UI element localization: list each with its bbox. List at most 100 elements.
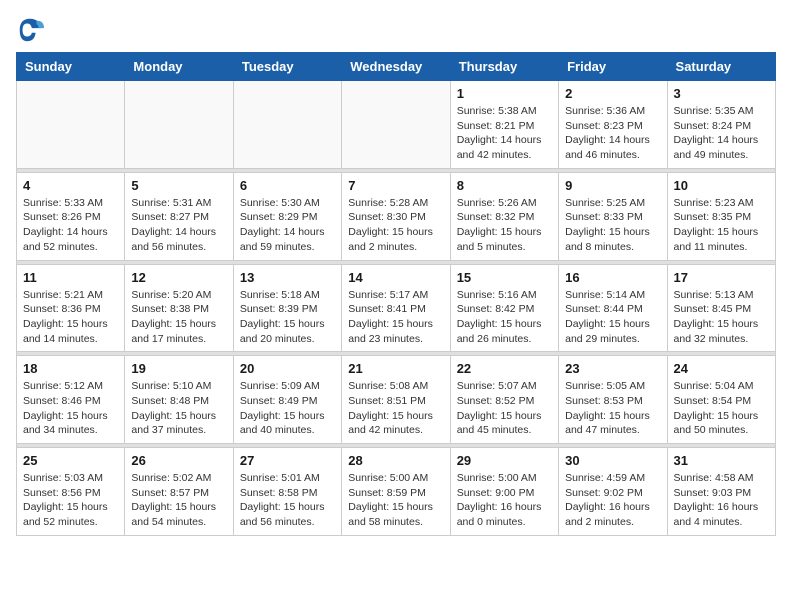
day-number: 3 (674, 86, 769, 101)
day-info: Sunrise: 5:09 AM Sunset: 8:49 PM Dayligh… (240, 379, 335, 438)
day-info: Sunrise: 5:28 AM Sunset: 8:30 PM Dayligh… (348, 196, 443, 255)
day-info: Sunrise: 5:13 AM Sunset: 8:45 PM Dayligh… (674, 288, 769, 347)
day-cell: 22Sunrise: 5:07 AM Sunset: 8:52 PM Dayli… (450, 356, 558, 444)
day-number: 7 (348, 178, 443, 193)
logo (16, 16, 48, 44)
day-cell: 5 Sunrise: 5:31 AM Sunset: 8:27 PM Daylig… (125, 172, 233, 260)
day-info: Sunrise: 5:17 AM Sunset: 8:41 PM Dayligh… (348, 288, 443, 347)
day-info: Sunrise: 5:18 AM Sunset: 8:39 PM Dayligh… (240, 288, 335, 347)
week-row-4: 18 Sunrise: 5:12 AM Sunset: 8:46 PM Dayli… (17, 356, 776, 444)
day-number: 6 (240, 178, 335, 193)
day-number: 30 (565, 453, 660, 468)
day-number: 24 (674, 361, 769, 376)
week-row-1: 1 Sunrise: 5:38 AM Sunset: 8:21 PM Daylig… (17, 81, 776, 169)
day-number: 29 (457, 453, 552, 468)
day-cell: 9 Sunrise: 5:25 AM Sunset: 8:33 PM Daylig… (559, 172, 667, 260)
day-cell: 24 Sunrise: 5:04 AM Sunset: 8:54 PM Dayli… (667, 356, 775, 444)
day-cell: 7 Sunrise: 5:28 AM Sunset: 8:30 PM Daylig… (342, 172, 450, 260)
day-cell: 26 Sunrise: 5:02 AM Sunset: 8:57 PM Dayli… (125, 448, 233, 536)
day-number: 27 (240, 453, 335, 468)
day-info: Sunrise: 5:38 AM Sunset: 8:21 PM Dayligh… (457, 104, 552, 163)
calendar: SundayMondayTuesdayWednesdayThursdayFrid… (16, 52, 776, 536)
day-number: 10 (674, 178, 769, 193)
day-info: Sunrise: 5:02 AM Sunset: 8:57 PM Dayligh… (131, 471, 226, 530)
week-row-5: 25 Sunrise: 5:03 AM Sunset: 8:56 PM Dayli… (17, 448, 776, 536)
day-number: 4 (23, 178, 118, 193)
day-cell: 10 Sunrise: 5:23 AM Sunset: 8:35 PM Dayli… (667, 172, 775, 260)
day-number: 25 (23, 453, 118, 468)
days-header-row: SundayMondayTuesdayWednesdayThursdayFrid… (17, 53, 776, 81)
day-number: 19 (131, 361, 226, 376)
day-info: Sunrise: 5:03 AM Sunset: 8:56 PM Dayligh… (23, 471, 118, 530)
day-info: Sunrise: 5:00 AM Sunset: 9:00 PM Dayligh… (457, 471, 552, 530)
day-cell (342, 81, 450, 169)
day-number: 13 (240, 270, 335, 285)
day-info: Sunrise: 5:10 AM Sunset: 8:48 PM Dayligh… (131, 379, 226, 438)
day-header-thursday: Thursday (450, 53, 558, 81)
day-info: Sunrise: 5:00 AM Sunset: 8:59 PM Dayligh… (348, 471, 443, 530)
week-row-2: 4 Sunrise: 5:33 AM Sunset: 8:26 PM Daylig… (17, 172, 776, 260)
day-cell: 23 Sunrise: 5:05 AM Sunset: 8:53 PM Dayli… (559, 356, 667, 444)
day-header-saturday: Saturday (667, 53, 775, 81)
day-cell: 13 Sunrise: 5:18 AM Sunset: 8:39 PM Dayli… (233, 264, 341, 352)
day-header-wednesday: Wednesday (342, 53, 450, 81)
day-info: Sunrise: 5:33 AM Sunset: 8:26 PM Dayligh… (23, 196, 118, 255)
day-number: 16 (565, 270, 660, 285)
day-info: Sunrise: 5:31 AM Sunset: 8:27 PM Dayligh… (131, 196, 226, 255)
day-cell: 15 Sunrise: 5:16 AM Sunset: 8:42 PM Dayli… (450, 264, 558, 352)
day-cell: 19 Sunrise: 5:10 AM Sunset: 8:48 PM Dayli… (125, 356, 233, 444)
day-cell: 4 Sunrise: 5:33 AM Sunset: 8:26 PM Daylig… (17, 172, 125, 260)
header (16, 16, 776, 44)
day-number: 31 (674, 453, 769, 468)
day-info: Sunrise: 5:12 AM Sunset: 8:46 PM Dayligh… (23, 379, 118, 438)
day-cell: 28 Sunrise: 5:00 AM Sunset: 8:59 PM Dayli… (342, 448, 450, 536)
day-header-tuesday: Tuesday (233, 53, 341, 81)
day-cell: 2 Sunrise: 5:36 AM Sunset: 8:23 PM Daylig… (559, 81, 667, 169)
day-cell: 30 Sunrise: 4:59 AM Sunset: 9:02 PM Dayli… (559, 448, 667, 536)
day-number: 18 (23, 361, 118, 376)
day-info: Sunrise: 5:07 AM Sunset: 8:52 PM Dayligh… (457, 379, 552, 438)
day-info: Sunrise: 5:01 AM Sunset: 8:58 PM Dayligh… (240, 471, 335, 530)
day-cell: 17 Sunrise: 5:13 AM Sunset: 8:45 PM Dayli… (667, 264, 775, 352)
day-number: 12 (131, 270, 226, 285)
day-info: Sunrise: 4:59 AM Sunset: 9:02 PM Dayligh… (565, 471, 660, 530)
day-number: 9 (565, 178, 660, 193)
day-info: Sunrise: 4:58 AM Sunset: 9:03 PM Dayligh… (674, 471, 769, 530)
day-number: 15 (457, 270, 552, 285)
day-number: 1 (457, 86, 552, 101)
day-number: 8 (457, 178, 552, 193)
day-number: 5 (131, 178, 226, 193)
day-number: 20 (240, 361, 335, 376)
day-info: Sunrise: 5:16 AM Sunset: 8:42 PM Dayligh… (457, 288, 552, 347)
day-info: Sunrise: 5:26 AM Sunset: 8:32 PM Dayligh… (457, 196, 552, 255)
day-cell: 14Sunrise: 5:17 AM Sunset: 8:41 PM Dayli… (342, 264, 450, 352)
day-number: 26 (131, 453, 226, 468)
day-info: Sunrise: 5:23 AM Sunset: 8:35 PM Dayligh… (674, 196, 769, 255)
day-info: Sunrise: 5:35 AM Sunset: 8:24 PM Dayligh… (674, 104, 769, 163)
day-cell (125, 81, 233, 169)
day-cell (233, 81, 341, 169)
day-header-sunday: Sunday (17, 53, 125, 81)
logo-icon (16, 16, 44, 44)
day-cell: 6Sunrise: 5:30 AM Sunset: 8:29 PM Daylig… (233, 172, 341, 260)
day-number: 23 (565, 361, 660, 376)
day-info: Sunrise: 5:05 AM Sunset: 8:53 PM Dayligh… (565, 379, 660, 438)
day-cell: 27 Sunrise: 5:01 AM Sunset: 8:58 PM Dayli… (233, 448, 341, 536)
day-info: Sunrise: 5:04 AM Sunset: 8:54 PM Dayligh… (674, 379, 769, 438)
day-info: Sunrise: 5:36 AM Sunset: 8:23 PM Dayligh… (565, 104, 660, 163)
day-cell: 16 Sunrise: 5:14 AM Sunset: 8:44 PM Dayli… (559, 264, 667, 352)
day-cell: 8 Sunrise: 5:26 AM Sunset: 8:32 PM Daylig… (450, 172, 558, 260)
day-info: Sunrise: 5:08 AM Sunset: 8:51 PM Dayligh… (348, 379, 443, 438)
day-cell: 29 Sunrise: 5:00 AM Sunset: 9:00 PM Dayli… (450, 448, 558, 536)
day-number: 28 (348, 453, 443, 468)
day-info: Sunrise: 5:14 AM Sunset: 8:44 PM Dayligh… (565, 288, 660, 347)
day-info: Sunrise: 5:25 AM Sunset: 8:33 PM Dayligh… (565, 196, 660, 255)
day-cell: 21 Sunrise: 5:08 AM Sunset: 8:51 PM Dayli… (342, 356, 450, 444)
day-number: 21 (348, 361, 443, 376)
day-number: 11 (23, 270, 118, 285)
day-cell: 12Sunrise: 5:20 AM Sunset: 8:38 PM Dayli… (125, 264, 233, 352)
day-number: 17 (674, 270, 769, 285)
day-number: 2 (565, 86, 660, 101)
day-cell: 20 Sunrise: 5:09 AM Sunset: 8:49 PM Dayli… (233, 356, 341, 444)
day-cell: 11Sunrise: 5:21 AM Sunset: 8:36 PM Dayli… (17, 264, 125, 352)
